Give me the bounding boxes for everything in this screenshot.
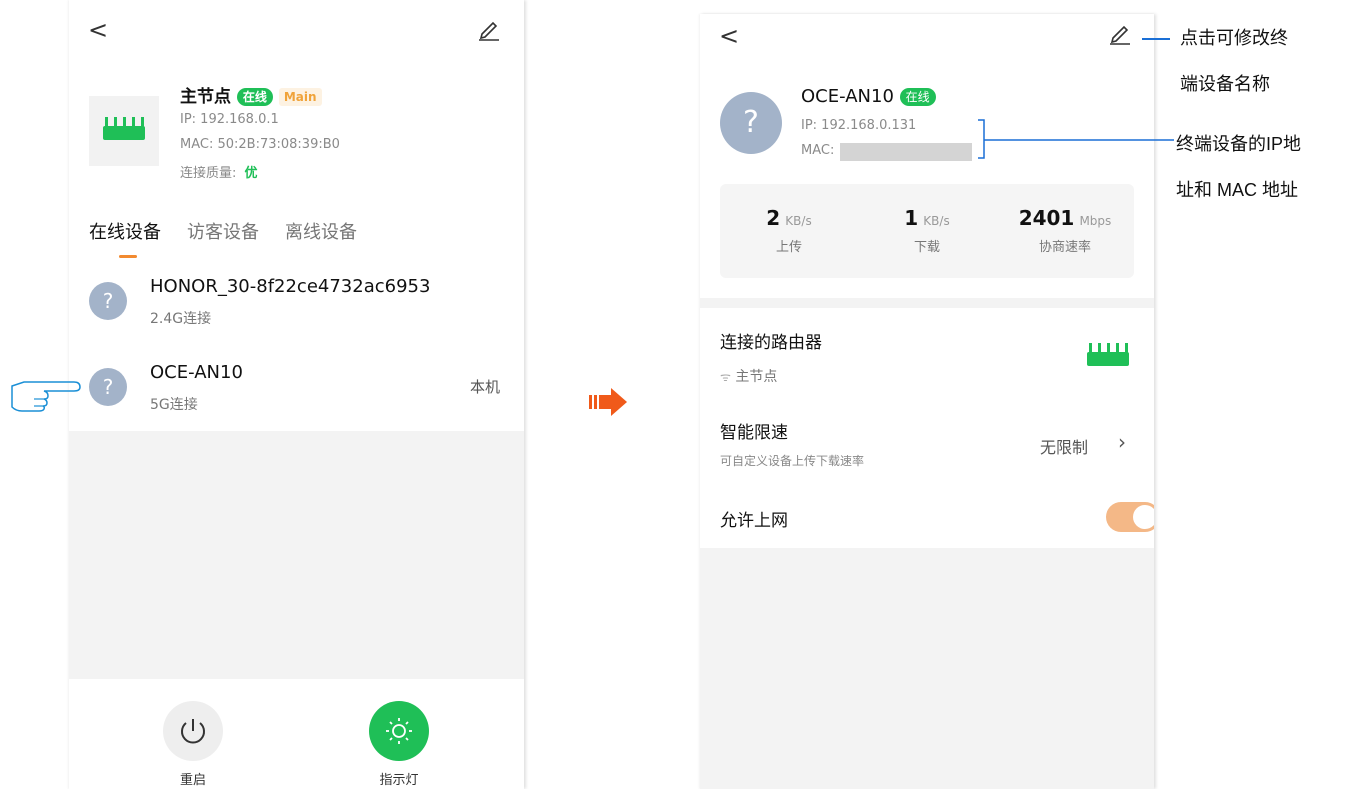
rate-label: 协商速率 (1038, 240, 1091, 255)
back-button[interactable]: < (88, 18, 108, 42)
download-unit: KB/s (923, 214, 950, 228)
device-connection: 5G连接 (150, 397, 198, 413)
quality-label: 连接质量: (180, 166, 237, 181)
router-image (89, 96, 159, 166)
unknown-device-icon: ? (89, 282, 127, 320)
quality-row: 连接质量: 优 (180, 162, 258, 181)
sun-icon (386, 718, 412, 744)
tab-online[interactable]: 在线设备 (89, 218, 161, 244)
device-name: HONOR_30-8f22ce4732ac6953 (150, 276, 431, 297)
speed-limit-value: 无限制 (1040, 438, 1089, 457)
arrow-right-icon (589, 388, 627, 416)
annotation-bracket-ipmac (978, 119, 1174, 159)
rate-value: 2401 (1018, 206, 1075, 230)
download-stat: 1 KB/s 下载 (858, 206, 996, 255)
device-list-item[interactable]: ? OCE-AN10 5G连接 本机 (69, 354, 524, 428)
device-name: OCE-AN10 (801, 86, 894, 107)
negotiated-rate-stat: 2401 Mbps 协商速率 (996, 206, 1134, 255)
rate-unit: Mbps (1079, 214, 1112, 228)
restart-label: 重启 (179, 773, 206, 788)
annotation-ipmac-line1: 终端设备的IP地 (1176, 134, 1302, 154)
indicator-light-button[interactable] (369, 701, 429, 761)
pointing-hand-icon (11, 381, 81, 412)
chevron-right-icon: › (1118, 430, 1126, 454)
device-name-row: OCE-AN10 在线 (801, 86, 936, 107)
empty-list-area (69, 431, 524, 679)
tab-offline[interactable]: 离线设备 (285, 218, 357, 244)
edit-pencil-icon[interactable] (1108, 22, 1132, 46)
device-mac-label: MAC: (801, 143, 835, 158)
allow-internet-title: 允许上网 (720, 511, 788, 531)
back-button[interactable]: < (719, 24, 739, 48)
restart-button[interactable] (163, 701, 223, 761)
allow-internet-toggle[interactable] (1106, 502, 1154, 532)
power-icon (181, 719, 205, 744)
left-phone-screen: < 主节点 在线 Main IP: 192.168.0.1 MAC: 50:2B… (69, 0, 524, 789)
upload-stat: 2 KB/s 上传 (720, 206, 858, 255)
node-ip: IP: 192.168.0.1 (180, 112, 279, 127)
router-icon (103, 117, 145, 140)
download-value: 1 (904, 206, 919, 230)
section-divider (700, 298, 1154, 308)
node-name: 主节点 (180, 87, 231, 107)
download-label: 下载 (913, 240, 940, 255)
speed-limit-sub: 可自定义设备上传下载速率 (720, 454, 865, 468)
speed-limit-row[interactable]: 智能限速 可自定义设备上传下载速率 无限制 › (700, 406, 1154, 482)
router-sub-row: ᯤ 主节点 (720, 366, 777, 386)
device-ip: IP: 192.168.0.131 (801, 118, 917, 133)
unknown-device-icon: ? (720, 92, 782, 154)
node-mac: MAC: 50:2B:73:08:39:B0 (180, 137, 340, 152)
tab-guest[interactable]: 访客设备 (187, 218, 259, 244)
upload-value: 2 (766, 206, 781, 230)
quality-value: 优 (244, 166, 258, 181)
this-device-tag: 本机 (469, 378, 500, 396)
bottom-action-bar: 重启 指示灯 (69, 679, 524, 789)
device-name: OCE-AN10 (150, 362, 243, 383)
annotation-edit-line2: 端设备名称 (1180, 74, 1270, 94)
router-icon (1087, 343, 1129, 366)
indicator-light-label: 指示灯 (379, 773, 419, 788)
router-sub: 主节点 (735, 369, 778, 385)
connected-router-title: 连接的路由器 (720, 333, 822, 353)
mac-redacted-bar (840, 143, 972, 161)
connected-router-row[interactable]: 连接的路由器 ᯤ 主节点 (700, 314, 1154, 394)
main-badge: Main (278, 88, 322, 106)
annotation-line-edit (1142, 38, 1170, 40)
unknown-device-icon: ? (89, 368, 127, 406)
stats-card: 2 KB/s 上传 1 KB/s 下载 2401 Mbps 协商速率 (720, 184, 1134, 278)
wifi-icon: ᯤ (720, 370, 731, 384)
annotation-edit-line1: 点击可修改终 (1180, 28, 1288, 48)
device-list-item[interactable]: ? HONOR_30-8f22ce4732ac6953 2.4G连接 (69, 268, 524, 342)
online-badge: 在线 (899, 88, 936, 106)
empty-area (700, 548, 1154, 789)
speed-limit-title: 智能限速 (720, 423, 788, 443)
edit-pencil-icon[interactable] (477, 18, 501, 42)
annotation-ipmac-line2: 址和 MAC 地址 (1176, 180, 1299, 200)
node-name-row: 主节点 在线 Main (180, 82, 322, 107)
upload-unit: KB/s (785, 214, 812, 228)
online-badge: 在线 (236, 88, 273, 106)
upload-label: 上传 (775, 240, 802, 255)
allow-internet-row: 允许上网 (700, 492, 1154, 542)
active-tab-indicator (119, 255, 137, 258)
device-connection: 2.4G连接 (150, 311, 212, 327)
